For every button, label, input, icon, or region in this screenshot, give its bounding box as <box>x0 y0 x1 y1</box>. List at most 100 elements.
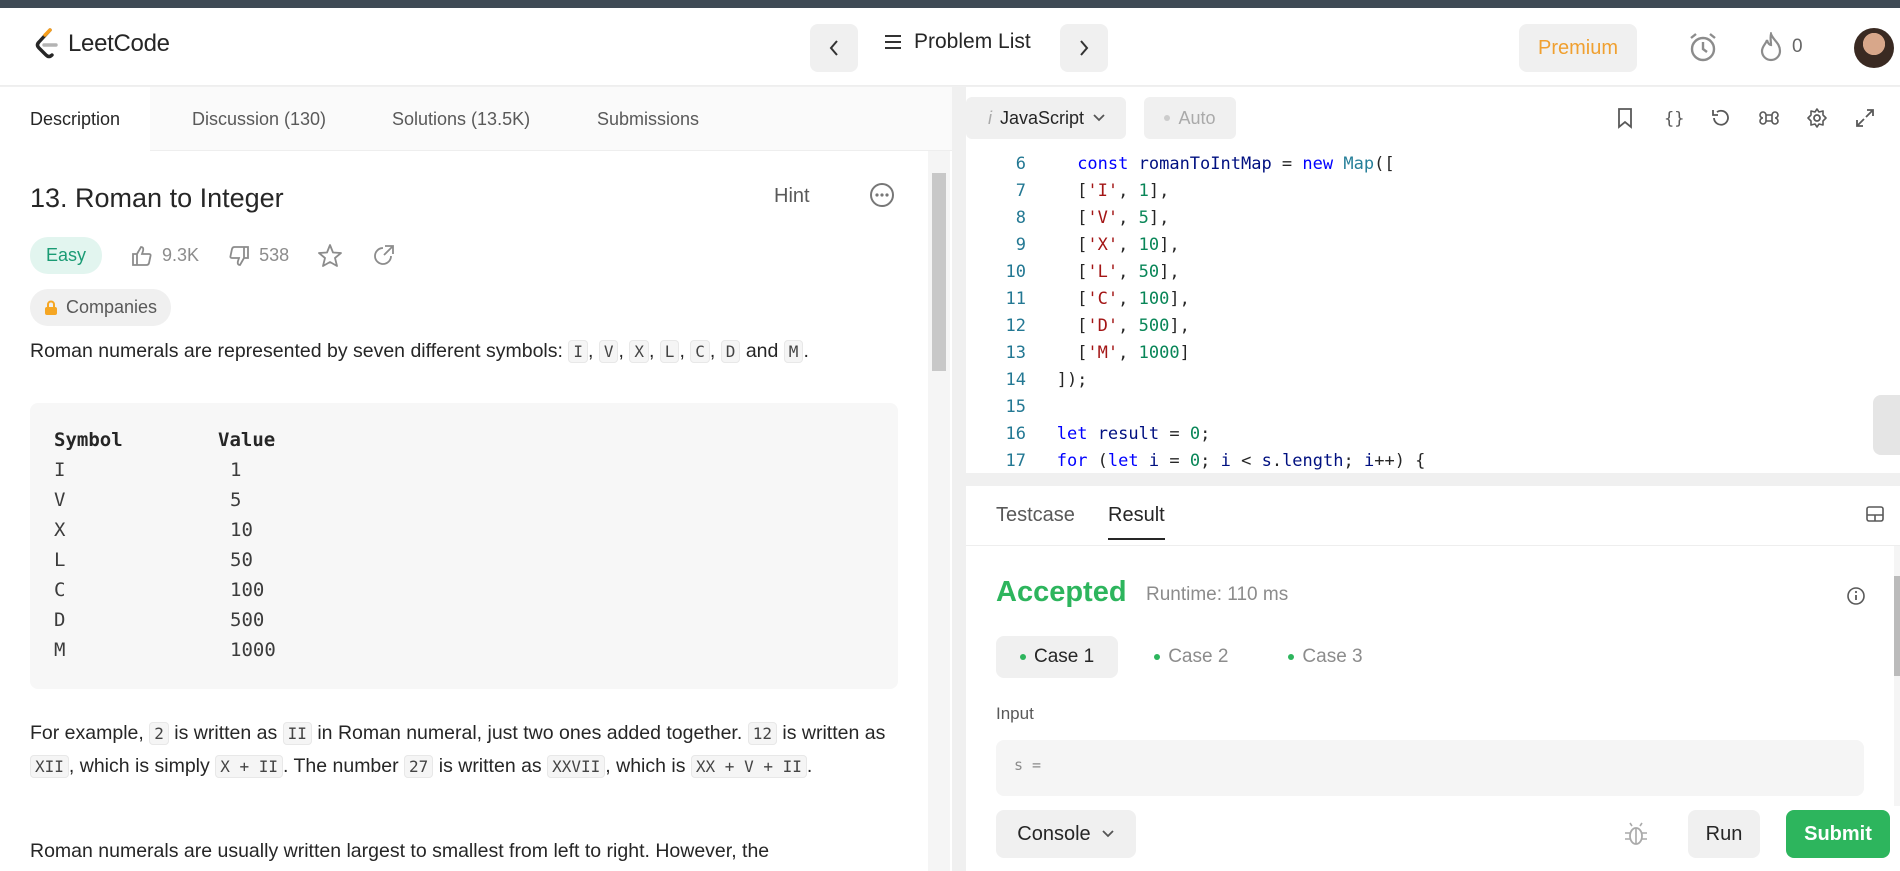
list-icon <box>885 35 901 49</box>
language-select[interactable]: i JavaScript <box>966 97 1126 139</box>
table-header: Symbol Value <box>54 425 874 455</box>
leetcode-logo[interactable]: LeetCode <box>34 28 170 60</box>
case-tab-1[interactable]: Case 1 <box>996 636 1119 678</box>
cell-symbol: I <box>54 459 66 481</box>
info-icon[interactable] <box>1846 586 1866 611</box>
fullscreen-icon[interactable] <box>1852 105 1878 131</box>
line-number: 15 <box>1005 397 1026 417</box>
line-number: 11 <box>1005 289 1026 309</box>
line-number: 9 <box>1015 235 1026 255</box>
cell-symbol: M <box>54 639 66 661</box>
symbol-code: X <box>629 340 649 363</box>
code-line: 12 ['D', 500], <box>966 313 1190 340</box>
leetcode-logo-icon <box>35 28 58 59</box>
result-status: Accepted <box>996 576 1127 608</box>
symbol-code: M <box>783 340 804 363</box>
layout-icon[interactable] <box>1866 506 1884 527</box>
next-problem-button[interactable] <box>1060 24 1108 72</box>
problem-list-link[interactable]: Problem List <box>884 30 1031 54</box>
scrollbar-thumb[interactable] <box>1894 576 1900 676</box>
input-label: Input <box>996 704 1034 723</box>
runtime-label: Runtime: 110 ms <box>1146 584 1289 605</box>
chevron-down-icon <box>1093 114 1105 122</box>
symbol-code: D <box>720 340 741 363</box>
header-symbol: Symbol <box>54 429 123 451</box>
info-italic-icon: i <box>988 107 992 128</box>
code-editor[interactable]: 6 const romanToIntMap = new Map([ 7 ['I'… <box>966 151 1900 473</box>
reset-icon[interactable] <box>1708 105 1734 131</box>
cell-symbol: D <box>54 609 66 631</box>
inline-code: XII <box>30 755 69 778</box>
tab-solutions[interactable]: Solutions (13.5K) <box>392 87 530 151</box>
run-button[interactable]: Run <box>1688 810 1760 858</box>
intro-text: Roman numerals are represented by seven … <box>30 340 563 362</box>
line-number: 7 <box>1015 181 1026 201</box>
example-text: in Roman numeral, just two ones added to… <box>317 722 743 744</box>
favorite-button[interactable] <box>317 243 343 269</box>
share-button[interactable] <box>371 244 395 268</box>
pass-dot <box>1154 654 1161 660</box>
code-line: 6 const romanToIntMap = new Map([ <box>966 151 1395 178</box>
svg-text:{}: {} <box>1664 109 1684 129</box>
window-top-strip <box>0 0 1900 8</box>
tab-result[interactable]: Result <box>1108 504 1165 540</box>
thumbs-up-icon <box>132 245 152 266</box>
inline-code: XX + V + II <box>690 755 807 778</box>
table-row: C 100 <box>54 575 874 605</box>
streak-counter[interactable]: 0 <box>1758 32 1803 62</box>
tab-description[interactable]: Description <box>0 87 151 151</box>
pass-dot <box>1288 654 1295 660</box>
gear-icon[interactable] <box>1804 105 1830 131</box>
case-tab-3[interactable]: Case 3 <box>1264 636 1386 678</box>
result-scrollbar[interactable] <box>1894 546 1900 806</box>
premium-button[interactable]: Premium <box>1519 24 1637 72</box>
cell-symbol: C <box>54 579 66 601</box>
case-tab-2[interactable]: Case 2 <box>1130 636 1252 678</box>
example-text: , which is simply <box>68 755 210 777</box>
prev-problem-button[interactable] <box>810 24 858 72</box>
inline-code: X + II <box>215 755 283 778</box>
tab-discussion[interactable]: Discussion (130) <box>192 87 326 151</box>
editor-actions: {} <box>1612 105 1878 131</box>
tab-submissions[interactable]: Submissions <box>597 87 699 151</box>
code-line: 10 ['L', 50], <box>966 259 1180 286</box>
dislike-count: 538 <box>259 245 290 265</box>
dislike-button[interactable]: 538 <box>227 244 289 268</box>
more-options-icon[interactable] <box>870 183 894 207</box>
case-label: Case 1 <box>1034 646 1095 667</box>
command-icon[interactable] <box>1756 105 1782 131</box>
example-text: is written as <box>782 722 886 744</box>
scrollbar-thumb[interactable] <box>932 173 946 371</box>
submit-button[interactable]: Submit <box>1786 810 1890 858</box>
difficulty-badge: Easy <box>30 237 103 274</box>
description-scrollbar[interactable] <box>928 151 950 871</box>
like-button[interactable]: 9.3K <box>130 244 199 268</box>
cell-value: 5 <box>230 489 242 511</box>
cell-symbol: X <box>54 519 66 541</box>
code-line: 13 ['M', 1000] <box>966 340 1190 367</box>
tab-testcase[interactable]: Testcase <box>996 504 1075 527</box>
bookmark-icon[interactable] <box>1612 105 1638 131</box>
top-navbar: LeetCode Problem List Premium 0 <box>0 8 1900 86</box>
case-label: Case 3 <box>1302 646 1363 667</box>
problem-title-wrap: 13. Roman to Integer <box>30 183 900 214</box>
companies-tag[interactable]: Companies <box>30 289 172 326</box>
braces-icon[interactable]: {} <box>1660 105 1686 131</box>
bug-icon[interactable] <box>1622 820 1650 853</box>
side-panel-tab[interactable] <box>1873 395 1900 455</box>
console-button[interactable]: Console <box>996 810 1136 858</box>
lock-icon <box>45 300 57 315</box>
user-avatar[interactable] <box>1854 28 1894 68</box>
chevron-right-icon <box>1080 40 1089 56</box>
symbol-code: I <box>568 340 588 363</box>
example-text: is written as <box>438 755 542 777</box>
line-number: 16 <box>1005 424 1026 444</box>
input-value-box: s = <box>996 740 1864 796</box>
description-tabs: Description Discussion (130) Solutions (… <box>0 87 952 151</box>
table-row: L 50 <box>54 545 874 575</box>
cell-value: 100 <box>230 579 265 601</box>
brand-name: LeetCode <box>68 30 170 57</box>
auto-mode-toggle[interactable]: Auto <box>1144 97 1236 139</box>
hint-button[interactable]: Hint <box>774 185 810 208</box>
alarm-clock-icon[interactable] <box>1686 30 1720 69</box>
